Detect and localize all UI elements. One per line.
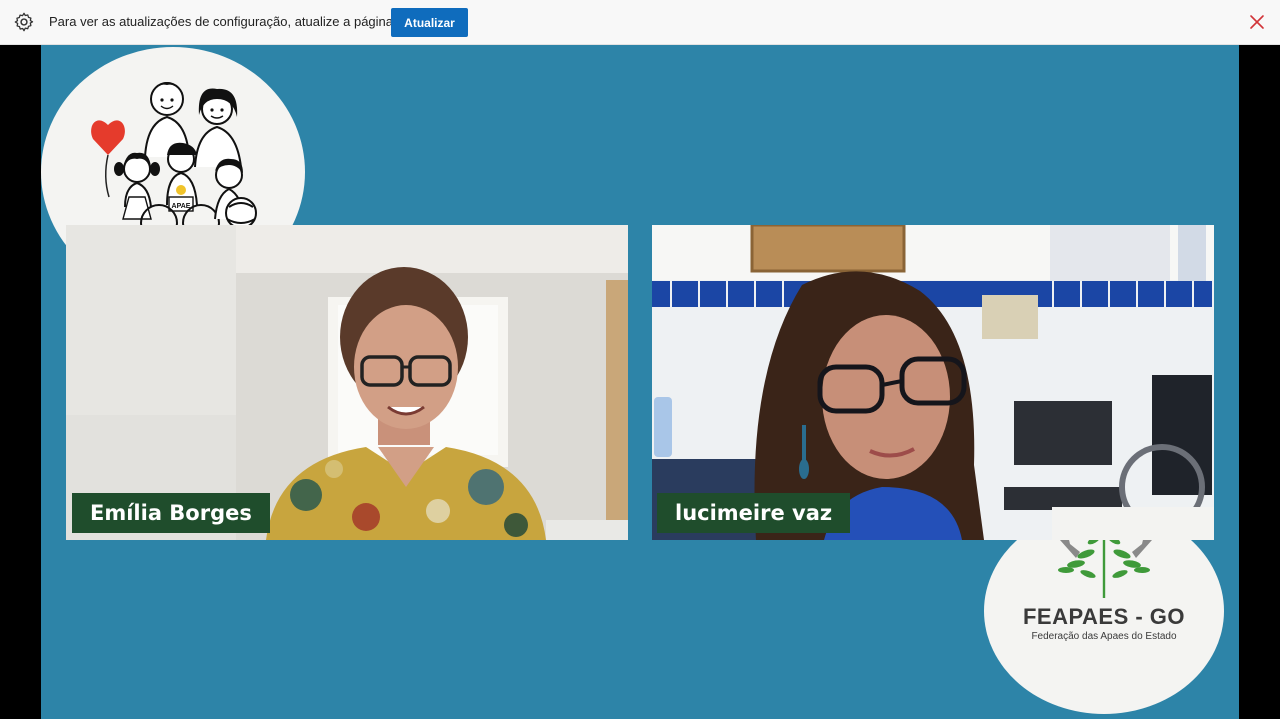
meeting-stage: APAE FEAPAES - GO Federação das Apaes do… (41, 45, 1239, 719)
refresh-button[interactable]: Atualizar (391, 8, 468, 37)
feapaes-subtitle: Federação das Apaes do Estado (1031, 631, 1177, 642)
notification-bar: Para ver as atualizações de configuração… (0, 0, 1280, 45)
participant-name: lucimeire vaz (657, 493, 851, 533)
notification-message: Para ver as atualizações de configuração… (49, 14, 393, 29)
apae-badge: APAE (172, 203, 191, 210)
participant-video-tile[interactable]: lucimeire vaz (652, 225, 1214, 540)
close-icon[interactable] (1248, 13, 1266, 31)
right-letterbox (1239, 45, 1280, 719)
left-letterbox (0, 45, 41, 719)
participant-name: Emília Borges (72, 493, 270, 533)
gear-icon[interactable] (13, 11, 35, 33)
feapaes-title: FEAPAES - GO (1022, 604, 1186, 629)
participant-video-tile[interactable]: Emília Borges (66, 225, 628, 540)
